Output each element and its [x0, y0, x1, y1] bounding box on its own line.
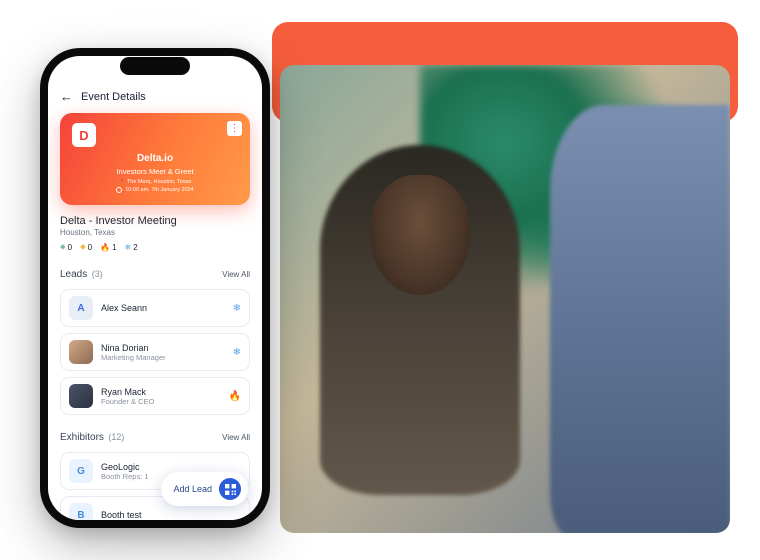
- card-menu-icon[interactable]: ⋮: [227, 121, 242, 136]
- exhibitors-section-header: Exhibitors (12) View All: [60, 427, 250, 445]
- leads-label: Leads: [60, 269, 87, 280]
- exhibitors-label: Exhibitors: [60, 432, 104, 443]
- lead-subtitle: Marketing Manager: [101, 353, 225, 362]
- meeting-location: Houston, Texas: [60, 228, 250, 237]
- page-title: Event Details: [81, 91, 146, 103]
- snowflake-icon: ❄: [233, 347, 241, 358]
- exhibitor-name: GeoLogic: [101, 462, 241, 472]
- lead-stats: ⬥0 ⬥0 🔥1 ❄2: [60, 242, 250, 252]
- avatar: A: [69, 296, 93, 320]
- exhibitor-name: Booth test: [101, 510, 241, 520]
- avatar: [69, 340, 93, 364]
- stat-coldish: ⬥0: [60, 242, 72, 252]
- exhibitors-view-all[interactable]: View All: [222, 433, 250, 442]
- fire-icon: 🔥: [229, 391, 241, 402]
- card-subtitle: Investors Meet & Greet: [72, 167, 238, 176]
- add-lead-button[interactable]: Add Lead: [161, 472, 248, 506]
- stat-cold: ❄2: [125, 243, 138, 252]
- avatar: B: [69, 503, 93, 520]
- avatar: [69, 384, 93, 408]
- page-header: ← Event Details: [60, 90, 250, 103]
- lead-subtitle: Founder & CEO: [101, 397, 221, 406]
- company-logo: D: [72, 123, 96, 147]
- logo-glyph: D: [79, 128, 88, 143]
- leads-view-all[interactable]: View All: [222, 270, 250, 279]
- event-card[interactable]: ⋮ D Delta.io Investors Meet & Greet 📍 Th…: [60, 113, 250, 205]
- add-lead-label: Add Lead: [173, 484, 212, 494]
- lead-name: Alex Seann: [101, 303, 225, 313]
- snowflake-icon: ❄: [233, 303, 241, 314]
- hero-photo: [280, 65, 730, 533]
- lead-row[interactable]: Ryan Mack Founder & CEO 🔥: [60, 377, 250, 415]
- lead-name: Ryan Mack: [101, 387, 221, 397]
- card-time: 10:00 am, 7th January 2024: [72, 187, 238, 193]
- clock-icon: [116, 187, 122, 193]
- phone-mockup: ← Event Details ⋮ D Delta.io Investors M…: [40, 48, 270, 528]
- avatar: G: [69, 459, 93, 483]
- stat-warm: ⬥0: [80, 242, 92, 252]
- exhibitors-count: (12): [108, 432, 124, 442]
- lead-row[interactable]: Nina Dorian Marketing Manager ❄: [60, 333, 250, 371]
- leads-count: (3): [92, 269, 103, 279]
- card-company: Delta.io: [72, 153, 238, 164]
- phone-screen: ← Event Details ⋮ D Delta.io Investors M…: [48, 56, 262, 520]
- qr-icon: [219, 478, 241, 500]
- back-arrow-icon[interactable]: ←: [60, 90, 73, 103]
- card-location: 📍 The Marq, Houston, Texas: [72, 179, 238, 185]
- meeting-title: Delta - Investor Meeting: [60, 215, 250, 227]
- stat-hot: 🔥1: [100, 243, 116, 252]
- leads-section-header: Leads (3) View All: [60, 264, 250, 282]
- phone-notch: [120, 57, 190, 75]
- lead-name: Nina Dorian: [101, 343, 225, 353]
- lead-row[interactable]: A Alex Seann ❄: [60, 289, 250, 327]
